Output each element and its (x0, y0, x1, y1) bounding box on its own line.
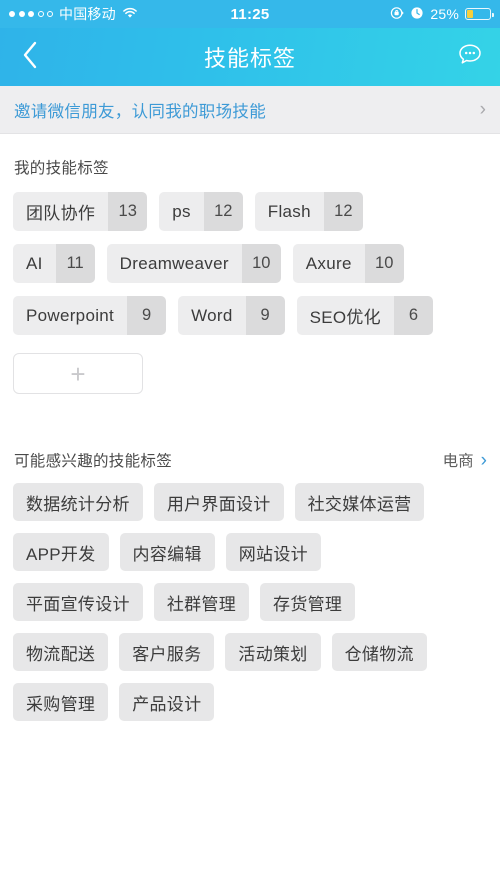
skill-tag-label: ps (159, 192, 204, 231)
suggested-tags-list: 数据统计分析 用户界面设计 社交媒体运营 APP开发 内容编辑 网站设计 平面宣… (13, 483, 487, 721)
tag-row: Powerpoint 9 Word 9 SEO优化 6 (13, 296, 487, 335)
tag-row: APP开发 内容编辑 网站设计 (13, 533, 487, 571)
skill-tag-count: 6 (393, 296, 433, 335)
skill-tag[interactable]: Dreamweaver 10 (106, 244, 281, 283)
tag-row: 平面宣传设计 社群管理 存货管理 (13, 583, 487, 621)
plus-icon: + (70, 358, 86, 389)
skill-tag-label: Word (178, 296, 246, 335)
suggested-tag[interactable]: 网站设计 (225, 533, 321, 571)
skill-tag-label: Flash (254, 192, 324, 231)
skill-tag-label: SEO优化 (296, 296, 394, 335)
skill-tag[interactable]: 团队协作 13 (13, 192, 148, 231)
tag-row: AI 11 Dreamweaver 10 Axure 10 (13, 244, 487, 283)
suggested-tag[interactable]: 用户界面设计 (153, 483, 284, 521)
skill-tag-count: 12 (323, 192, 363, 231)
skill-tag[interactable]: AI 11 (13, 244, 95, 283)
skill-tag[interactable]: SEO优化 6 (296, 296, 433, 335)
suggested-tag[interactable]: 产品设计 (119, 683, 215, 721)
carrier-label: 中国移动 (59, 6, 116, 22)
skill-tag[interactable]: Word 9 (178, 296, 285, 335)
suggested-tag[interactable]: 采购管理 (13, 683, 109, 721)
suggested-tag[interactable]: 社交媒体运营 (294, 483, 425, 521)
section-divider (0, 400, 500, 427)
skill-tag-label: Powerpoint (13, 296, 128, 335)
skill-tag-count: 10 (364, 244, 404, 283)
status-bar-time: 11:25 (230, 5, 270, 23)
suggested-category-selector[interactable]: 电商 › (443, 449, 487, 471)
status-bar-right: 25% (270, 6, 495, 23)
back-button[interactable] (0, 28, 60, 86)
skill-tag-label: Dreamweaver (106, 244, 242, 283)
skill-tag[interactable]: Flash 12 (254, 192, 363, 231)
suggested-section-header: 可能感兴趣的技能标签 电商 › (13, 427, 487, 483)
suggested-tag[interactable]: 内容编辑 (119, 533, 215, 571)
my-skill-tags-list: 团队协作 13 ps 12 Flash 12 AI 11 Dreamweaver… (13, 192, 487, 400)
battery-percent-label: 25% (430, 6, 460, 22)
skill-tag-count: 9 (245, 296, 285, 335)
chat-bubble-icon (455, 40, 485, 75)
chevron-right-icon: › (480, 449, 487, 471)
suggested-skill-tags-section: 可能感兴趣的技能标签 电商 › 数据统计分析 用户界面设计 社交媒体运营 APP… (0, 427, 500, 721)
skill-tag-count: 10 (241, 244, 281, 283)
skill-tag[interactable]: Powerpoint 9 (13, 296, 167, 335)
tag-row: 团队协作 13 ps 12 Flash 12 (13, 192, 487, 231)
skill-tag-label: 团队协作 (13, 192, 109, 231)
chat-button[interactable] (440, 28, 500, 86)
skill-tag-count: 12 (203, 192, 243, 231)
invite-banner-label: 邀请微信朋友，认同我的职场技能 (14, 102, 266, 121)
status-bar: 中国移动 11:25 25% (0, 0, 500, 28)
rotation-lock-icon (390, 6, 404, 23)
suggested-tag[interactable]: 存货管理 (260, 583, 356, 621)
wifi-icon (122, 7, 138, 22)
suggested-tag[interactable]: 客户服务 (119, 633, 215, 671)
tag-row: 数据统计分析 用户界面设计 社交媒体运营 (13, 483, 487, 521)
page-title: 技能标签 (203, 46, 296, 71)
invite-banner[interactable]: 邀请微信朋友，认同我的职场技能 › (0, 86, 500, 134)
tag-row: 物流配送 客户服务 活动策划 仓储物流 (13, 633, 487, 671)
skill-tag-count: 11 (55, 244, 95, 283)
my-skill-tags-title: 我的技能标签 (14, 160, 109, 177)
suggested-tag[interactable]: 平面宣传设计 (13, 583, 143, 621)
suggested-tag[interactable]: 仓储物流 (331, 633, 427, 671)
skill-tag-label: AI (13, 244, 56, 283)
suggested-tag[interactable]: 物流配送 (13, 633, 109, 671)
suggested-category-label: 电商 (442, 453, 474, 470)
suggested-tag[interactable]: APP开发 (13, 533, 109, 571)
suggested-skill-tags-title: 可能感兴趣的技能标签 (14, 453, 173, 470)
skill-tag-count: 9 (127, 296, 167, 335)
skill-tag-label: Axure (292, 244, 365, 283)
chevron-right-icon: › (479, 99, 486, 120)
skill-tag[interactable]: Axure 10 (292, 244, 404, 283)
signal-strength-icon (9, 11, 53, 17)
add-skill-tag-button[interactable]: + (13, 353, 143, 394)
suggested-tag[interactable]: 数据统计分析 (13, 483, 143, 521)
tag-row: 采购管理 产品设计 (13, 683, 487, 721)
navigation-bar: 技能标签 (0, 28, 500, 86)
suggested-tag[interactable]: 活动策划 (225, 633, 321, 671)
battery-icon (465, 8, 495, 20)
chevron-left-icon (20, 39, 40, 76)
suggested-tag[interactable]: 社群管理 (153, 583, 250, 621)
alarm-clock-icon (410, 6, 424, 23)
skill-tag[interactable]: ps 12 (159, 192, 243, 231)
status-bar-left: 中国移动 (9, 4, 230, 24)
skill-tag-count: 13 (108, 192, 148, 231)
my-skill-tags-section: 我的技能标签 团队协作 13 ps 12 Flash 12 AI 11 Drea… (0, 134, 500, 400)
